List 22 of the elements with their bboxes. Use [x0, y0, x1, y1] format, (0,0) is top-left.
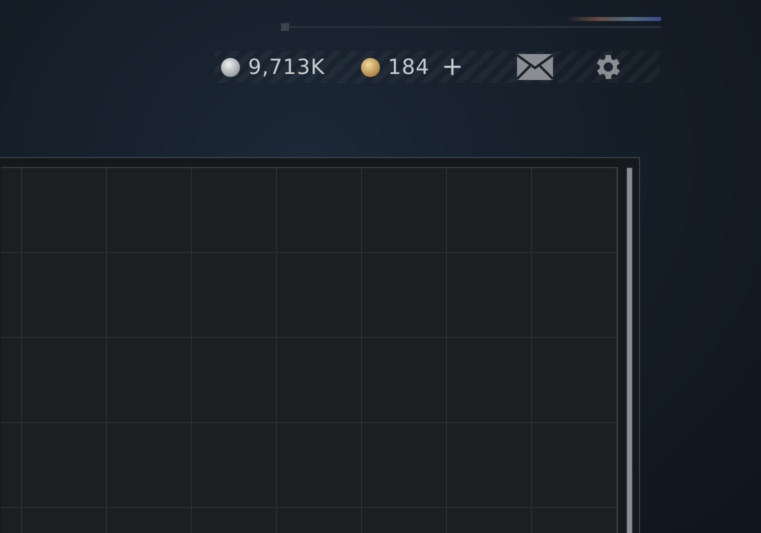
add-currency-button[interactable]: +: [437, 54, 468, 80]
inventory-slot[interactable]: [532, 338, 617, 423]
currency-amount: 184: [388, 55, 430, 79]
coin-icon: [360, 58, 380, 76]
coin-icon: [221, 58, 240, 76]
inventory-slot[interactable]: [1, 423, 22, 508]
inventory-slot[interactable]: [1, 168, 22, 253]
mail-icon[interactable]: [517, 54, 554, 80]
inventory-slot[interactable]: [362, 168, 447, 253]
scrollbar[interactable]: [626, 167, 633, 533]
inventory-slot[interactable]: [447, 168, 532, 253]
inventory-slot[interactable]: [277, 168, 362, 253]
inventory-slot[interactable]: [532, 423, 617, 508]
slider-handle[interactable]: [281, 23, 289, 31]
inventory-slot[interactable]: [1, 253, 22, 338]
inventory-slot[interactable]: [22, 168, 107, 253]
inventory-slot[interactable]: [107, 168, 192, 253]
inventory-slot[interactable]: [532, 253, 617, 338]
currency-amount: 9,713K: [248, 55, 325, 79]
inventory-slot[interactable]: [192, 168, 277, 253]
inventory-slot[interactable]: [1, 338, 22, 423]
inventory-slot[interactable]: [532, 168, 617, 253]
